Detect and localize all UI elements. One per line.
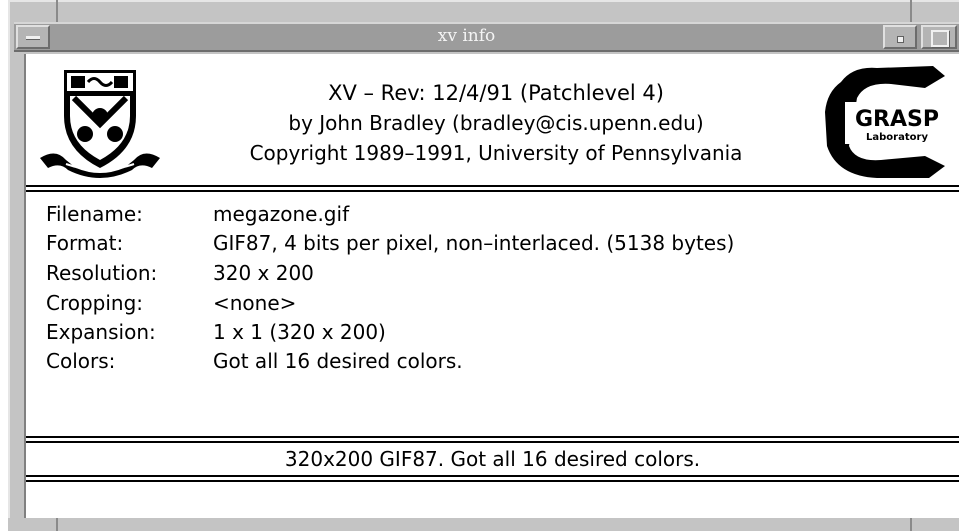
header-divider bbox=[26, 185, 959, 187]
status-divider bbox=[26, 441, 959, 443]
svg-text:GRASP: GRASP bbox=[855, 107, 939, 132]
frame-corner-mark bbox=[910, 518, 912, 531]
status-divider bbox=[26, 480, 959, 482]
info-label: Filename: bbox=[46, 202, 143, 226]
info-label: Expansion: bbox=[46, 320, 156, 344]
status-message: 320x200 GIF87. Got all 16 desired colors… bbox=[284, 447, 701, 471]
window-menu-icon bbox=[26, 36, 40, 40]
header-divider bbox=[26, 190, 959, 192]
info-value: GIF87, 4 bits per pixel, non–interlaced.… bbox=[213, 231, 735, 255]
author-line: by John Bradley (bradley@cis.upenn.edu) bbox=[288, 111, 704, 135]
minimize-button[interactable] bbox=[883, 25, 917, 49]
info-value: 1 x 1 (320 x 200) bbox=[213, 320, 386, 344]
frame-corner-mark bbox=[56, 0, 58, 22]
grasp-lab-logo-icon: GRASP Laboratory bbox=[825, 66, 947, 178]
info-label: Colors: bbox=[46, 349, 116, 373]
info-label: Format: bbox=[46, 231, 124, 255]
info-label: Cropping: bbox=[46, 291, 144, 315]
maximize-icon bbox=[931, 30, 949, 47]
frame-corner-mark bbox=[910, 0, 912, 22]
university-crest-icon bbox=[40, 70, 160, 178]
info-window-content: XV – Rev: 12/4/91 (Patchlevel 4) by John… bbox=[24, 54, 959, 518]
info-value: Got all 16 desired colors. bbox=[213, 349, 463, 373]
info-value: <none> bbox=[213, 291, 297, 315]
window-title: xv info bbox=[437, 26, 496, 46]
title-bar[interactable]: xv info bbox=[14, 22, 959, 52]
status-divider bbox=[26, 436, 959, 438]
bottom-frame-edge[interactable] bbox=[8, 518, 959, 531]
maximize-button[interactable] bbox=[921, 25, 957, 49]
svg-text:Laboratory: Laboratory bbox=[866, 132, 928, 143]
info-label: Resolution: bbox=[46, 261, 158, 285]
app-version-line: XV – Rev: 12/4/91 (Patchlevel 4) bbox=[328, 81, 664, 105]
frame-corner-mark bbox=[56, 518, 58, 531]
minimize-icon bbox=[897, 36, 904, 43]
status-divider bbox=[26, 475, 959, 477]
info-value: megazone.gif bbox=[213, 202, 350, 226]
window-menu-button[interactable] bbox=[16, 25, 50, 49]
info-value: 320 x 200 bbox=[213, 261, 314, 285]
copyright-line: Copyright 1989–1991, University of Penns… bbox=[249, 141, 743, 165]
